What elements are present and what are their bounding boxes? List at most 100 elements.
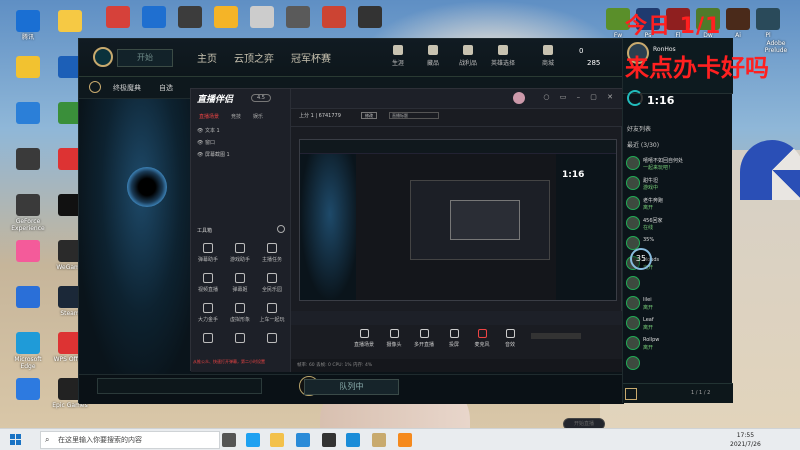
app-icon bbox=[286, 6, 310, 28]
lol-taskbar-icon[interactable] bbox=[372, 433, 386, 447]
collection-icon bbox=[428, 45, 438, 55]
source-item[interactable]: 👁 屏幕截图 1 bbox=[197, 151, 230, 158]
cast-button[interactable]: 投屏 bbox=[441, 329, 467, 348]
taskbar-clock[interactable]: 17:55 2021/7/26 bbox=[730, 431, 761, 449]
desktop-icon-top-6[interactable] bbox=[316, 6, 352, 30]
cast-icon bbox=[449, 329, 459, 338]
friend-row[interactable]: 嘻嘻不如回自何处 一起来玩吧！ bbox=[623, 154, 733, 173]
toolbox-item[interactable]: 弹幕助手 bbox=[195, 243, 221, 263]
tab-competitive[interactable]: 竞技 bbox=[231, 113, 241, 120]
desktop-icon-col1-4[interactable]: GeForce Experience bbox=[10, 194, 46, 232]
multi-stream-button[interactable]: 多开直播 bbox=[411, 329, 437, 348]
overlay-text-1: 今日 1/1 bbox=[625, 14, 722, 39]
blue-essence-value: 0 bbox=[579, 47, 584, 55]
lol-top-bar: 开始 主页 云顶之弈 冠军杯赛 生涯 藏品 战利品 英雄选择 商城 0 285 bbox=[79, 39, 624, 77]
desktop-icon-top-3[interactable] bbox=[208, 6, 244, 30]
toolbox-item[interactable]: 大力金手 bbox=[195, 303, 221, 323]
desktop-icon-col1-8[interactable] bbox=[10, 378, 46, 402]
toolbox-item[interactable]: 弹幕姬 bbox=[227, 273, 253, 293]
taskbar: ⌕ 在这里输入你要搜索的内容 17:55 2021/7/26 bbox=[0, 428, 800, 450]
friend-row[interactable]: 老牛奔跑 离开 bbox=[623, 194, 733, 213]
tab-home[interactable]: 主页 bbox=[197, 50, 217, 65]
desktop-icon-col1-2[interactable] bbox=[10, 102, 46, 126]
desktop-icon-col1-7[interactable]: Microsoft Edge bbox=[10, 332, 46, 370]
toolbox-item[interactable]: 游戏助手 bbox=[227, 243, 253, 263]
profile-button[interactable]: 生涯 bbox=[384, 45, 412, 67]
champion-select-button[interactable]: 英雄选择 bbox=[489, 45, 517, 67]
friend-row[interactable]: Rollpw 离开 bbox=[623, 334, 733, 353]
toolbox-item[interactable]: 上车一起玩 bbox=[259, 303, 285, 323]
in-queue-button[interactable]: 队列中 bbox=[304, 379, 399, 395]
tab-entertainment[interactable]: 娱乐 bbox=[253, 113, 263, 120]
camera-button[interactable]: 摄像头 bbox=[381, 329, 407, 348]
desktop-icon-col1-0[interactable]: 腾讯 bbox=[10, 10, 46, 41]
friend-row[interactable]: lilei 离开 bbox=[623, 294, 733, 313]
toolbox-settings-icon[interactable] bbox=[277, 225, 285, 233]
desktop-icon-top-1[interactable] bbox=[136, 6, 172, 30]
desktop-icon-top-7[interactable] bbox=[352, 6, 388, 30]
start-button[interactable] bbox=[10, 434, 22, 446]
toolbox-item[interactable] bbox=[227, 333, 253, 346]
desktop-icon-col1-5[interactable] bbox=[10, 240, 46, 264]
explorer-icon[interactable] bbox=[270, 433, 284, 447]
tab-tft[interactable]: 云顶之弈 bbox=[234, 50, 274, 65]
edit-room-button[interactable]: 修改 bbox=[361, 112, 377, 119]
desktop-icon-top-4[interactable] bbox=[244, 6, 280, 30]
toolbox-item[interactable] bbox=[259, 333, 285, 346]
edge-browser-icon[interactable] bbox=[296, 433, 310, 447]
play-button[interactable]: 开始 bbox=[117, 49, 173, 67]
toolbox-item[interactable]: 主播任务 bbox=[259, 243, 285, 263]
toolbox-item[interactable]: 全民乐园 bbox=[259, 273, 285, 293]
app-icon bbox=[16, 378, 40, 400]
loot-button[interactable]: 战利品 bbox=[454, 45, 482, 67]
window-controls[interactable]: ○ ▭ – ▢ ✕ bbox=[543, 93, 617, 101]
desktop-icon-col1-6[interactable] bbox=[10, 286, 46, 310]
source-item[interactable]: 👁 文本 1 bbox=[197, 127, 220, 134]
lol-logo-icon[interactable] bbox=[93, 47, 113, 67]
stream-companion-window: 直播伴侣 4.5 直播场景 竞技 娱乐 👁 文本 1 👁 窗口 👁 屏幕截图 1… bbox=[190, 88, 623, 430]
friend-row[interactable]: 456回家 在线 bbox=[623, 214, 733, 233]
store-taskbar-icon[interactable] bbox=[322, 433, 336, 447]
app-icon bbox=[16, 148, 40, 170]
scene-button[interactable]: 直播场景 bbox=[351, 329, 377, 348]
friend-status: 离开 bbox=[643, 205, 654, 211]
friend-avatar bbox=[626, 296, 640, 310]
source-item[interactable]: 👁 窗口 bbox=[197, 139, 215, 146]
back-icon[interactable] bbox=[89, 81, 101, 93]
friend-row[interactable] bbox=[623, 274, 733, 293]
champion-icon bbox=[498, 45, 508, 55]
audio-button[interactable]: 音效 bbox=[497, 329, 523, 348]
stream-title-field[interactable]: 直播标题 bbox=[389, 112, 439, 119]
edge-icon[interactable] bbox=[246, 433, 260, 447]
friend-row[interactable]: Leaf 离开 bbox=[623, 314, 733, 333]
collection-button[interactable]: 藏品 bbox=[419, 45, 447, 67]
desktop-icon-top-2[interactable] bbox=[172, 6, 208, 30]
tool-label: 虚拟形象 bbox=[229, 317, 250, 323]
mail-icon[interactable] bbox=[346, 433, 360, 447]
toolbox-item[interactable]: 视频直播 bbox=[195, 273, 221, 293]
tool-label: 游戏助手 bbox=[229, 257, 250, 263]
app-icon bbox=[178, 6, 202, 28]
friend-row[interactable] bbox=[623, 354, 733, 373]
desktop-icon-col2-0[interactable] bbox=[52, 10, 88, 34]
queue-timer-ring bbox=[627, 90, 643, 106]
desktop-icon-col1-1[interactable] bbox=[10, 56, 46, 80]
stream-taskbar-icon[interactable] bbox=[398, 433, 412, 447]
task-view-icon[interactable] bbox=[222, 433, 236, 447]
store-button[interactable]: 商城 bbox=[534, 45, 562, 67]
stream-sidebar: 直播伴侣 4.5 直播场景 竞技 娱乐 👁 文本 1 👁 窗口 👁 屏幕截图 1… bbox=[191, 89, 291, 372]
tab-clash[interactable]: 冠军杯赛 bbox=[291, 50, 331, 65]
desktop-icon-top-5[interactable] bbox=[280, 6, 316, 30]
toolbox-item[interactable] bbox=[195, 333, 221, 346]
microphone-button[interactable]: 麦克风 bbox=[469, 329, 495, 348]
desktop-icon-top-0[interactable] bbox=[100, 6, 136, 30]
lobby-chat-input[interactable] bbox=[97, 378, 262, 394]
desktop-icon-col1-3[interactable] bbox=[10, 148, 46, 172]
friends-group[interactable]: 最近 (3/30) bbox=[627, 140, 659, 149]
toolbox-item[interactable]: 虚拟形象 bbox=[227, 303, 253, 323]
friend-row[interactable]: 甜牛坦 游戏中 bbox=[623, 174, 733, 193]
chat-icon[interactable] bbox=[625, 388, 637, 400]
desktop-icon-label: Pl bbox=[765, 32, 771, 39]
tab-scenes[interactable]: 直播场景 bbox=[199, 113, 219, 120]
desktop-icon-right-5[interactable]: Pl bbox=[750, 8, 786, 39]
